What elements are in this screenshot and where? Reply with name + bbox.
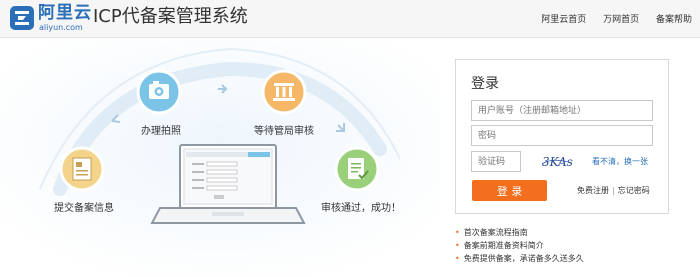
step-photo-icon xyxy=(136,69,182,115)
step-approved-label: 审核通过，成功！ xyxy=(321,203,401,214)
login-button[interactable]: 登 录 xyxy=(472,180,547,201)
password-input[interactable] xyxy=(471,125,653,146)
nav-wanwang-home-link[interactable]: 万网首页 xyxy=(603,15,639,25)
nav-aliyun-home-link[interactable]: 阿里云首页 xyxy=(541,15,586,25)
register-link[interactable]: 免费注册 xyxy=(577,186,609,195)
help-link-prep-materials[interactable]: • 备案前期准备资料简介 xyxy=(455,239,584,252)
step-review-icon xyxy=(261,69,307,115)
help-links-list: • 首次备案流程指南 • 备案前期准备资料简介 • 免费提供备案，承诺备多久送多久 xyxy=(455,226,584,265)
captcha-image[interactable]: 3KAs xyxy=(540,151,574,172)
logo-text[interactable]: 阿里云 xyxy=(38,3,92,23)
captcha-input[interactable] xyxy=(471,151,521,172)
step-review-label: 等待管局审核 xyxy=(254,126,314,137)
process-illustration: 提交备案信息 办理拍照 等待管局审核 审核通过，成功！ xyxy=(0,39,440,277)
bullet-icon: • xyxy=(455,228,460,237)
bullet-icon: • xyxy=(455,254,460,263)
step-submit-label: 提交备案信息 xyxy=(54,203,114,214)
aliyun-logo-icon[interactable] xyxy=(9,5,35,31)
login-panel: 登录 3KAs 看不清，换一张 登 录 免费注册|忘记密码 xyxy=(455,59,669,214)
page-title: ICP代备案管理系统 xyxy=(93,6,248,27)
divider: | xyxy=(612,186,615,195)
process-graphic xyxy=(0,39,440,277)
nav-beian-help-link[interactable]: 备案帮助 xyxy=(656,15,692,25)
login-title: 登录 xyxy=(471,76,499,92)
step-approved-icon xyxy=(334,146,380,192)
step-photo-label: 办理拍照 xyxy=(141,126,181,137)
username-input[interactable] xyxy=(471,100,653,121)
forgot-password-link[interactable]: 忘记密码 xyxy=(618,186,650,195)
account-links: 免费注册 | 忘记密码 xyxy=(577,185,650,196)
help-link-first-guide[interactable]: • 首次备案流程指南 xyxy=(455,226,584,239)
refresh-captcha-link[interactable]: 看不清，换一张 xyxy=(592,156,648,167)
header-bar: 阿里云 aliyun.com ICP代备案管理系统 阿里云首页 万网首页 备案帮… xyxy=(0,0,700,38)
help-link-free-service[interactable]: • 免费提供备案，承诺备多久送多久 xyxy=(455,252,584,265)
logo-domain[interactable]: aliyun.com xyxy=(39,23,83,33)
top-nav: 阿里云首页 万网首页 备案帮助 xyxy=(527,12,692,25)
bullet-icon: • xyxy=(455,241,460,250)
step-submit-icon xyxy=(59,146,105,192)
